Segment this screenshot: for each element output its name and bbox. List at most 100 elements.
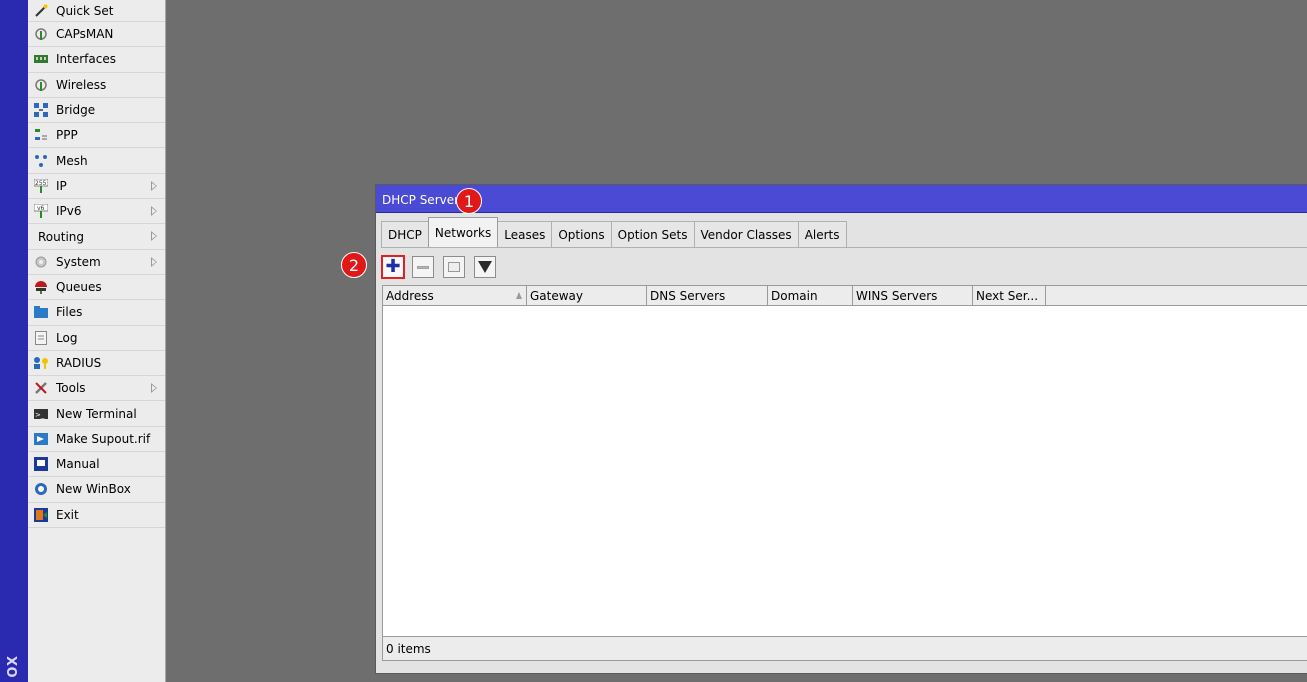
column-wins-servers[interactable]: WINS Servers [853, 286, 973, 306]
submenu-arrow-icon [151, 231, 157, 242]
menu-item-label: New WinBox [56, 482, 131, 497]
submenu-arrow-icon [151, 206, 157, 217]
bridge-icon [33, 103, 49, 118]
queues-icon [33, 280, 49, 295]
menu-item-ip[interactable]: 255 IP [28, 174, 165, 200]
exit-icon [33, 507, 49, 522]
menu-item-new-terminal[interactable]: >_ New Terminal [28, 401, 165, 427]
remove-button[interactable] [412, 256, 434, 278]
copy-icon [448, 262, 460, 272]
terminal-icon: >_ [33, 407, 49, 421]
column-domain[interactable]: Domain [768, 286, 853, 306]
menu-item-ppp[interactable]: PPP [28, 123, 165, 149]
menu-item-interfaces[interactable]: Interfaces [28, 47, 165, 73]
menu-item-files[interactable]: Files [28, 300, 165, 326]
column-label: Gateway [530, 289, 584, 303]
add-button[interactable]: ✚ [381, 255, 405, 279]
tab-networks[interactable]: Networks [427, 217, 499, 247]
mesh-icon [33, 154, 49, 168]
remove-icon [417, 265, 429, 269]
menu-item-label: Routing [38, 229, 85, 244]
main-menu: Quick Set CAPsMAN Interfaces Wireless Br… [28, 0, 166, 682]
ipv6-icon: v6 [33, 204, 49, 219]
window-title-bar[interactable]: DHCP Server [376, 185, 1307, 213]
tab-bar: DHCP Networks Leases Options Option Sets… [381, 217, 847, 247]
tab-leases[interactable]: Leases [497, 221, 553, 247]
callout-2: 2 [341, 252, 367, 278]
menu-item-exit[interactable]: Exit [28, 503, 165, 528]
menu-item-make-supout[interactable]: Make Supout.rif [28, 427, 165, 453]
column-gateway[interactable]: Gateway [527, 286, 647, 306]
tab-dhcp[interactable]: DHCP [381, 221, 429, 247]
side-strip-text: OX [6, 655, 21, 678]
tab-divider [381, 247, 1307, 248]
menu-item-label: Quick Set [56, 3, 114, 18]
add-icon: ✚ [385, 256, 401, 277]
submenu-arrow-icon [151, 383, 157, 394]
ppp-icon [33, 128, 49, 142]
menu-item-radius[interactable]: RADIUS [28, 351, 165, 377]
ip-icon: 255 [33, 178, 49, 193]
supout-icon [33, 432, 49, 446]
menu-item-quick-set[interactable]: Quick Set [28, 0, 165, 22]
menu-item-queues[interactable]: Queues [28, 275, 165, 301]
column-dns-servers[interactable]: DNS Servers [647, 286, 768, 306]
menu-item-log[interactable]: Log [28, 326, 165, 351]
radius-icon [33, 356, 49, 370]
menu-item-wireless[interactable]: Wireless [28, 73, 165, 98]
tab-option-sets[interactable]: Option Sets [610, 221, 695, 247]
menu-item-routing[interactable]: Routing [28, 224, 165, 250]
menu-item-manual[interactable]: Manual [28, 452, 165, 478]
column-label: WINS Servers [856, 289, 938, 303]
tab-alerts[interactable]: Alerts [797, 221, 847, 247]
wand-icon [33, 4, 49, 18]
column-label: Address [386, 289, 434, 303]
copy-button[interactable] [443, 256, 465, 278]
menu-item-label: Exit [56, 507, 79, 522]
item-count: 0 items [386, 641, 431, 656]
column-next-server[interactable]: Next Ser... [973, 286, 1046, 306]
menu-item-capsman[interactable]: CAPsMAN [28, 22, 165, 48]
dhcp-server-window: DHCP Server DHCP Networks Leases Options… [375, 184, 1307, 674]
antenna-icon [33, 27, 49, 41]
menu-item-tools[interactable]: Tools [28, 376, 165, 402]
sort-ascending-icon [516, 292, 522, 299]
folder-icon [33, 305, 49, 319]
menu-item-label: PPP [56, 128, 78, 143]
tools-icon [33, 381, 49, 395]
winbox-icon [33, 482, 49, 496]
menu-item-ipv6[interactable]: v6 IPv6 [28, 199, 165, 225]
menu-item-label: System [56, 254, 101, 269]
column-address[interactable]: Address [383, 286, 527, 306]
tab-vendor-classes[interactable]: Vendor Classes [693, 221, 799, 247]
menu-item-bridge[interactable]: Bridge [28, 98, 165, 124]
menu-item-label: Files [56, 305, 83, 320]
filter-button[interactable] [474, 256, 496, 278]
menu-item-system[interactable]: System [28, 250, 165, 275]
interfaces-icon [33, 52, 49, 66]
menu-item-mesh[interactable]: Mesh [28, 148, 165, 174]
submenu-arrow-icon [151, 256, 157, 267]
manual-icon [33, 457, 49, 472]
menu-item-label: Mesh [56, 153, 88, 168]
log-icon [33, 330, 49, 345]
menu-item-label: Log [56, 330, 78, 345]
menu-item-label: IP [56, 178, 67, 193]
menu-item-new-winbox[interactable]: New WinBox [28, 477, 165, 503]
column-label: DNS Servers [650, 289, 726, 303]
menu-item-label: Tools [56, 381, 86, 396]
column-label: Domain [771, 289, 818, 303]
toolbar: ✚ [381, 253, 505, 281]
menu-item-label: New Terminal [56, 406, 137, 421]
gear-icon [33, 255, 49, 269]
menu-item-label: Make Supout.rif [56, 431, 151, 446]
svg-text:>_: >_ [35, 411, 45, 419]
menu-item-label: Queues [56, 280, 102, 295]
table-header: Address Gateway DNS Servers Domain WINS … [383, 286, 1307, 306]
menu-item-label: IPv6 [56, 204, 82, 219]
menu-item-label: CAPsMAN [56, 27, 114, 42]
tab-options[interactable]: Options [551, 221, 612, 247]
winbox-side-strip: OX [0, 0, 28, 682]
menu-item-label: Wireless [56, 77, 107, 92]
networks-table[interactable]: Address Gateway DNS Servers Domain WINS … [382, 285, 1307, 637]
